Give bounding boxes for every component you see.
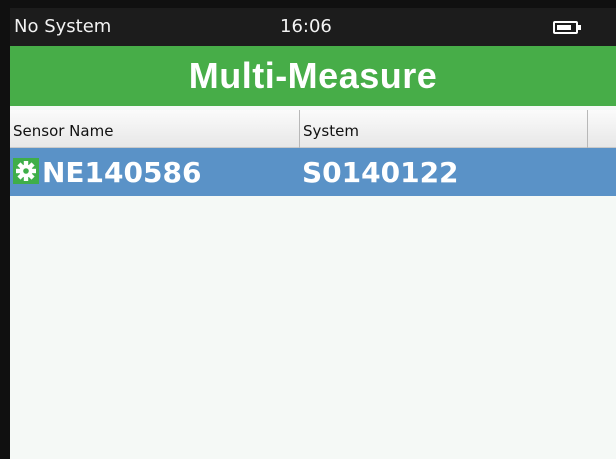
sensor-name-cell: NE140586 xyxy=(42,156,202,189)
column-header-spacer xyxy=(588,110,616,148)
gear-icon xyxy=(13,158,39,184)
clock-time: 16:06 xyxy=(280,16,332,37)
column-header-sensor-name[interactable]: Sensor Name xyxy=(10,110,300,148)
battery-tip xyxy=(578,25,581,30)
battery-level-fill xyxy=(557,25,571,30)
table-row[interactable]: NE140586 S0140122 xyxy=(10,148,616,196)
title-bar: Multi-Measure xyxy=(10,46,616,106)
device-screen: No System 16:06 Multi-Measure Sensor Nam… xyxy=(10,8,616,459)
page-title: Multi-Measure xyxy=(188,55,438,96)
system-status-label: No System xyxy=(14,16,112,37)
system-cell: S0140122 xyxy=(302,156,459,189)
column-header-system[interactable]: System xyxy=(300,110,588,148)
table-header: Sensor Name System xyxy=(10,110,616,148)
battery-icon xyxy=(553,21,578,34)
status-bar: No System 16:06 xyxy=(10,8,616,46)
